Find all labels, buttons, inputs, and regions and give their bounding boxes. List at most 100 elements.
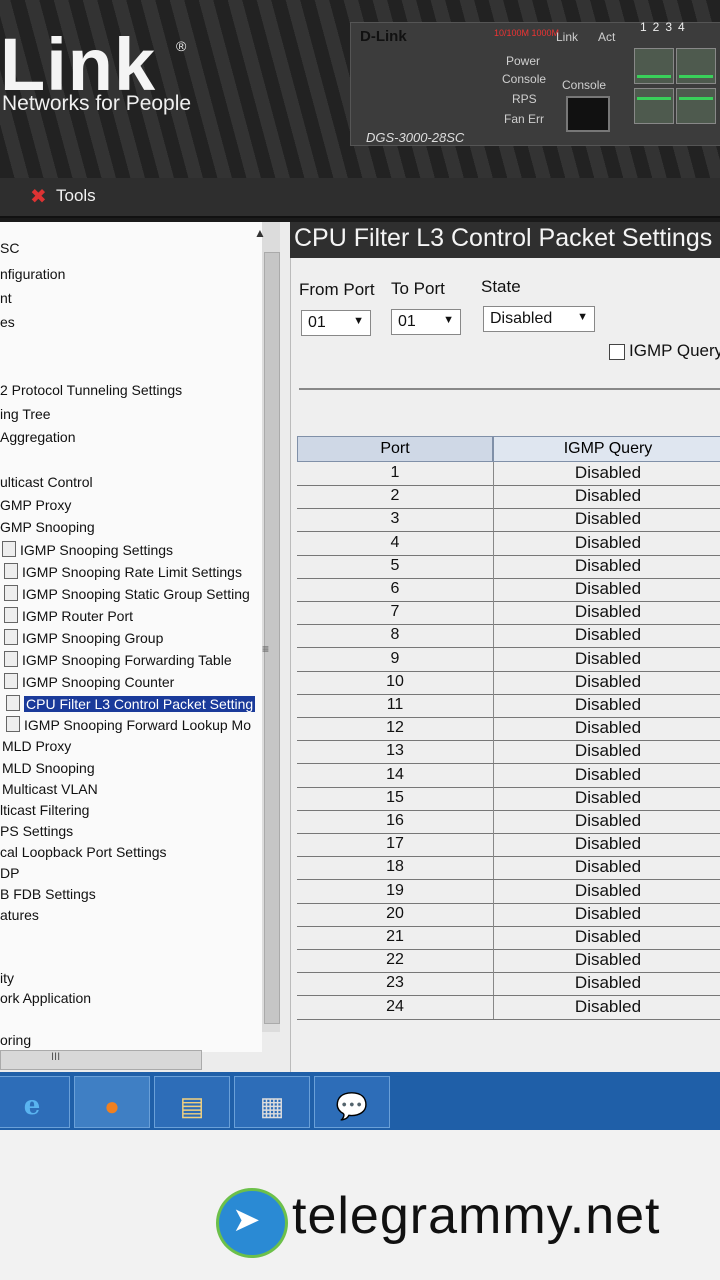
taskbar-app-firefox[interactable]: ● <box>74 1076 150 1128</box>
table-row[interactable]: 14 Disabled <box>297 763 720 788</box>
console-port-label: Console <box>562 78 607 92</box>
table-row[interactable]: 8 Disabled <box>297 624 720 649</box>
table-row[interactable]: 24 Disabled <box>297 995 720 1020</box>
paper-plane-icon: ➤ <box>232 1201 261 1239</box>
scroll-up-arrow-icon[interactable]: ▲ <box>254 226 266 240</box>
nav-item[interactable]: MLD Proxy <box>2 738 71 754</box>
tools-menu[interactable]: Tools <box>56 186 96 206</box>
port-cell: 18 <box>386 858 404 876</box>
from-port-select[interactable]: 01 ▼ <box>301 310 371 336</box>
nav-item[interactable]: SC <box>0 240 19 256</box>
nav-item[interactable]: lticast Filtering <box>0 802 89 818</box>
column-header-port: Port <box>297 436 493 462</box>
nav-item[interactable]: IGMP Router Port <box>4 607 133 624</box>
dlink-header-banner: Link ® Networks for People D-Link 10/100… <box>0 0 720 178</box>
port-cell: 8 <box>390 626 400 644</box>
table-row[interactable]: 17 Disabled <box>297 833 720 858</box>
table-row[interactable]: 12 Disabled <box>297 717 720 742</box>
nav-item[interactable]: oring <box>0 1032 31 1048</box>
taskbar-app-calculator[interactable]: ▦ <box>234 1076 310 1128</box>
igmp-query-cell: Disabled <box>493 740 720 764</box>
nav-item[interactable]: ulticast Control <box>0 474 93 490</box>
port-cell: 9 <box>390 649 400 667</box>
nav-item[interactable]: GMP Proxy <box>0 497 71 513</box>
table-row[interactable]: 18 Disabled <box>297 856 720 881</box>
port-cell: 21 <box>386 928 404 945</box>
nav-item[interactable]: Multicast VLAN <box>2 781 98 797</box>
tools-icon[interactable]: ✖ <box>30 184 47 209</box>
port-cell: 19 <box>386 881 404 899</box>
table-row[interactable]: 13 Disabled <box>297 740 720 765</box>
nav-item-selected[interactable]: CPU Filter L3 Control Packet Setting <box>6 695 256 712</box>
nav-scroll-thumb[interactable] <box>264 252 280 1024</box>
column-header-igmp-query: IGMP Query <box>493 436 720 462</box>
nav-horizontal-scrollbar[interactable]: III <box>0 1050 202 1070</box>
nav-item[interactable]: PS Settings <box>0 823 73 839</box>
nav-item[interactable]: IGMP Snooping Forwarding Table <box>4 651 232 668</box>
nav-item[interactable]: 2 Protocol Tunneling Settings <box>0 382 182 398</box>
table-row[interactable]: 9 Disabled <box>297 647 720 672</box>
igmp-query-cell: Disabled <box>493 485 720 509</box>
nav-item[interactable]: nfiguration <box>0 266 65 282</box>
taskbar-app-explorer[interactable]: ▤ <box>154 1076 230 1128</box>
nav-item[interactable]: Aggregation <box>0 429 76 445</box>
nav-item[interactable]: B FDB Settings <box>0 886 96 902</box>
table-row[interactable]: 6 Disabled <box>297 578 720 602</box>
taskbar-app-chat[interactable]: 💬 <box>314 1076 390 1128</box>
table-row[interactable]: 22 Disabled <box>297 949 720 974</box>
table-row[interactable]: 3 Disabled <box>297 508 720 533</box>
page-icon <box>6 716 20 732</box>
table-row[interactable]: 15 Disabled <box>297 786 720 811</box>
igmp-query-checkbox[interactable] <box>609 344 625 360</box>
table-row[interactable]: 11 Disabled <box>297 694 720 718</box>
igmp-query-cell: Disabled <box>493 902 720 926</box>
device-model: DGS-3000-28SC <box>366 130 465 145</box>
nav-item[interactable]: IGMP Snooping Counter <box>4 673 174 690</box>
nav-item[interactable]: ork Application <box>0 990 91 1006</box>
port-cell: 15 <box>386 788 404 806</box>
from-port-label: From Port <box>299 280 375 299</box>
nav-item[interactable]: GMP Snooping <box>0 519 95 535</box>
registered-mark: ® <box>176 38 187 54</box>
igmp-query-cell: Disabled <box>493 995 720 1019</box>
nav-item[interactable]: IGMP Snooping Forward Lookup Mo <box>6 716 251 733</box>
chat-icon: 💬 <box>335 1091 369 1121</box>
table-row[interactable]: 10 Disabled <box>297 670 720 695</box>
nav-item[interactable]: ity <box>0 970 14 986</box>
igmp-query-cell: Disabled <box>493 763 720 787</box>
igmp-query-cell: Disabled <box>493 647 720 671</box>
nav-item[interactable]: nt <box>0 290 12 306</box>
nav-item[interactable]: IGMP Snooping Rate Limit Settings <box>4 563 242 580</box>
table-row[interactable]: 5 Disabled <box>297 554 720 579</box>
nav-item[interactable]: es <box>0 314 15 330</box>
port-cell: 24 <box>386 997 404 1015</box>
table-row[interactable]: 4 Disabled <box>297 531 720 556</box>
igmp-query-cell: Disabled <box>493 694 720 717</box>
nav-item[interactable]: atures <box>0 907 39 923</box>
table-row[interactable]: 1 Disabled <box>297 462 720 486</box>
igmp-query-cell: Disabled <box>493 670 720 694</box>
nav-item[interactable]: IGMP Snooping Group <box>4 629 163 646</box>
state-select[interactable]: Disabled ▼ <box>483 306 595 332</box>
taskbar-app-ie[interactable]: e <box>0 1076 70 1128</box>
state-label: State <box>481 277 521 296</box>
nav-item[interactable]: DP <box>0 865 19 881</box>
table-row[interactable]: 16 Disabled <box>297 810 720 834</box>
nav-item[interactable]: MLD Snooping <box>2 760 95 776</box>
internet-explorer-icon: e <box>23 1091 41 1121</box>
nav-item[interactable]: IGMP Snooping Static Group Setting <box>4 585 250 602</box>
table-row[interactable]: 20 Disabled <box>297 902 720 927</box>
nav-item[interactable]: IGMP Snooping Settings <box>2 541 173 558</box>
table-row[interactable]: 2 Disabled <box>297 485 720 510</box>
console-port <box>566 96 610 132</box>
settings-form: From Port To Port State 01 ▼ 01 ▼ Disabl… <box>290 258 720 1072</box>
nav-item[interactable]: cal Loopback Port Settings <box>0 844 167 860</box>
igmp-query-cell: Disabled <box>493 601 720 625</box>
table-row[interactable]: 23 Disabled <box>297 972 720 997</box>
to-port-select[interactable]: 01 ▼ <box>391 309 461 335</box>
nav-item[interactable]: ing Tree <box>0 406 51 422</box>
table-row[interactable]: 19 Disabled <box>297 879 720 904</box>
table-row[interactable]: 21 Disabled <box>297 926 720 950</box>
table-row[interactable]: 7 Disabled <box>297 601 720 626</box>
igmp-query-cell: Disabled <box>493 810 720 833</box>
